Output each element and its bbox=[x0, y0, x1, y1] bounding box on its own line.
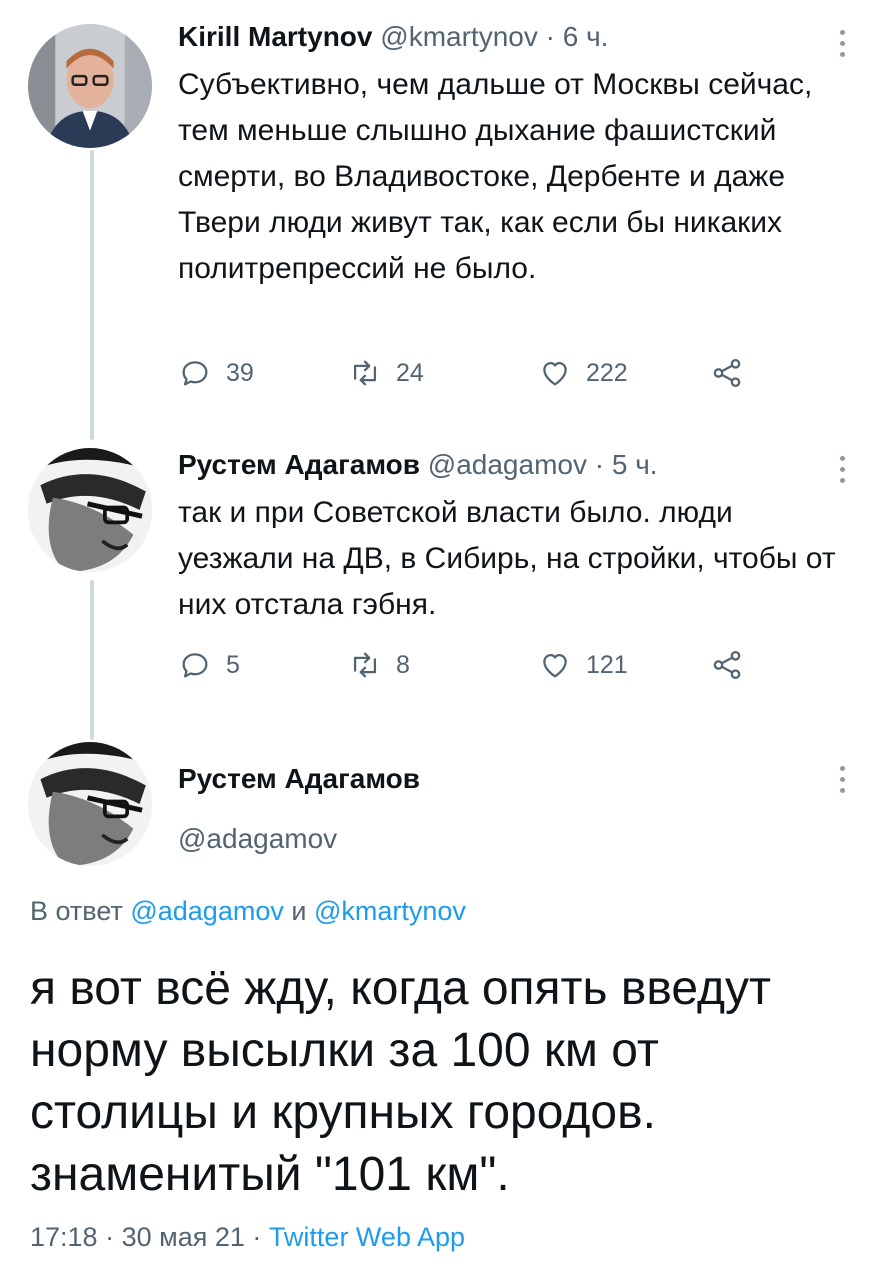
tweet-text: Субъективно, чем дальше от Москвы сейчас… bbox=[178, 68, 813, 285]
like-count: 121 bbox=[586, 650, 628, 679]
tweet-text: так и при Советской власти было. люди уе… bbox=[178, 496, 836, 621]
like-count: 222 bbox=[586, 358, 628, 387]
avatar-rustem-adagamov[interactable] bbox=[28, 448, 152, 572]
like-icon bbox=[543, 653, 567, 678]
avatar-rustem-adagamov[interactable] bbox=[28, 742, 152, 866]
retweet-button[interactable]: 8 bbox=[348, 648, 410, 682]
avatar-photo bbox=[28, 24, 152, 148]
author-name[interactable]: Рустем Адагамов bbox=[178, 762, 420, 796]
reply-count: 39 bbox=[226, 358, 254, 387]
retweet-button[interactable]: 24 bbox=[348, 356, 424, 390]
more-icon[interactable] bbox=[836, 30, 848, 57]
thread-line bbox=[90, 580, 94, 740]
tweet-actions: 39 24 222 bbox=[178, 356, 778, 396]
reply-and: и bbox=[291, 896, 307, 926]
tweet-time[interactable]: 17:18 bbox=[30, 1222, 98, 1252]
tweet-source[interactable]: Twitter Web App bbox=[269, 1222, 465, 1252]
reply-user-link[interactable]: @adagamov bbox=[130, 896, 284, 926]
reply-context: В ответ @adagamov и @kmartynov bbox=[30, 896, 466, 927]
author-handle[interactable]: @adagamov bbox=[178, 822, 420, 856]
separator-dot: · bbox=[545, 21, 555, 52]
tweet-header: Рустем Адагамов @adagamov · 5 ч. bbox=[178, 448, 658, 482]
retweet-count: 24 bbox=[396, 358, 424, 387]
tweet-meta: 17:18 · 30 мая 21 · Twitter Web App bbox=[30, 1222, 465, 1253]
retweet-icon bbox=[353, 652, 377, 678]
share-button[interactable] bbox=[710, 648, 744, 682]
like-icon bbox=[543, 361, 567, 386]
author-handle[interactable]: @adagamov bbox=[428, 449, 587, 480]
more-icon[interactable] bbox=[836, 456, 848, 483]
tweet-actions: 5 8 121 bbox=[178, 648, 778, 688]
author-name[interactable]: Kirill Martynov bbox=[178, 21, 372, 52]
reply-count: 5 bbox=[226, 650, 240, 679]
thread-line bbox=[90, 150, 94, 440]
reply-button[interactable]: 5 bbox=[178, 648, 240, 682]
avatar-photo bbox=[28, 742, 152, 866]
avatar-photo bbox=[28, 448, 152, 572]
tweet-date[interactable]: 30 мая 21 bbox=[122, 1222, 245, 1252]
share-icon bbox=[713, 358, 741, 388]
tweet-header: Kirill Martynov @kmartynov · 6 ч. bbox=[178, 20, 608, 54]
reply-user-link[interactable]: @kmartynov bbox=[314, 896, 466, 926]
reply-prefix: В ответ bbox=[30, 896, 123, 926]
tweet-time[interactable]: 6 ч. bbox=[563, 21, 609, 52]
separator-dot: · bbox=[252, 1222, 262, 1252]
reply-icon bbox=[182, 361, 208, 386]
main-tweet-header: Рустем Адагамов @adagamov bbox=[178, 762, 420, 856]
separator-dot: · bbox=[594, 449, 605, 480]
share-button[interactable] bbox=[710, 356, 744, 390]
retweet-count: 8 bbox=[396, 650, 410, 679]
like-button[interactable]: 121 bbox=[538, 648, 628, 682]
more-icon[interactable] bbox=[836, 766, 848, 793]
avatar-kirill-martynov[interactable] bbox=[28, 24, 152, 148]
main-tweet-text: я вот всё жду, когда опять введут норму … bbox=[30, 962, 771, 1201]
like-button[interactable]: 222 bbox=[538, 356, 628, 390]
reply-icon bbox=[182, 653, 208, 678]
share-icon bbox=[713, 650, 741, 680]
tweet-time[interactable]: 5 ч. bbox=[612, 449, 658, 480]
retweet-icon bbox=[353, 360, 377, 386]
separator-dot: · bbox=[105, 1222, 115, 1252]
author-name[interactable]: Рустем Адагамов bbox=[178, 449, 420, 480]
reply-button[interactable]: 39 bbox=[178, 356, 254, 390]
author-handle[interactable]: @kmartynov bbox=[380, 21, 538, 52]
